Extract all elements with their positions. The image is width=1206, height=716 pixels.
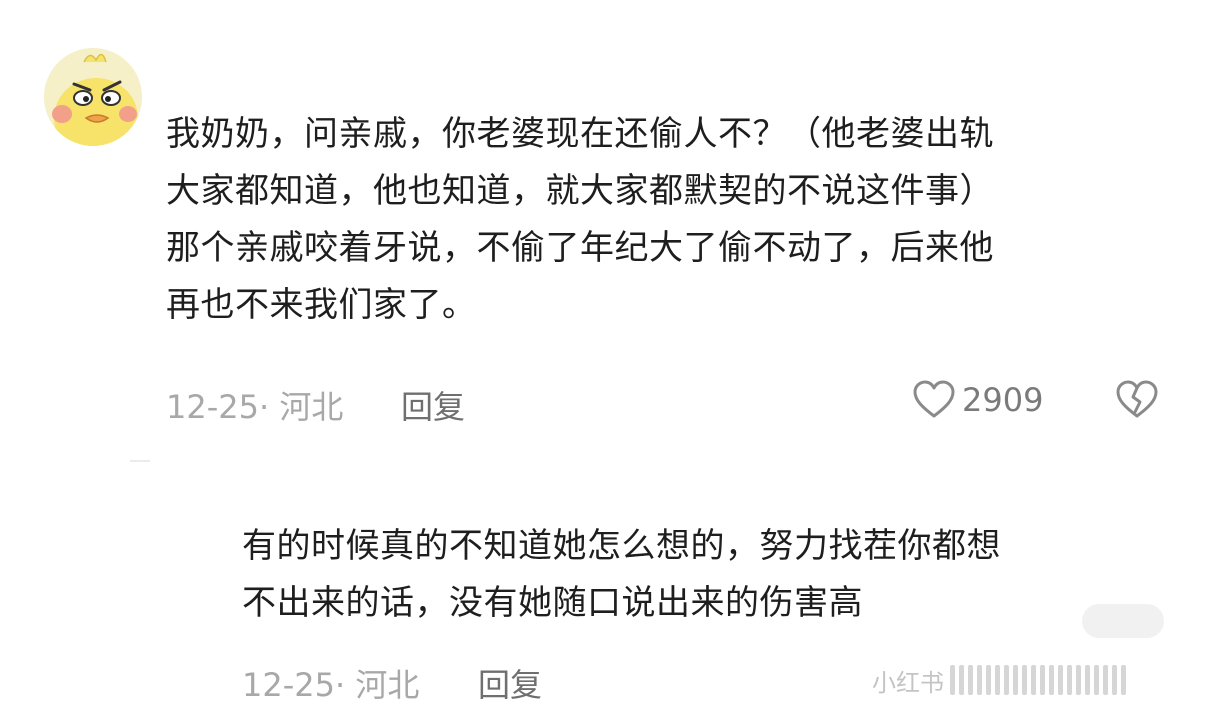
comment-line: 我奶奶，问亲戚，你老婆现在还偷人不？（他老婆出轨 — [166, 114, 994, 154]
dislike-button[interactable] — [1115, 380, 1159, 420]
like-button[interactable]: 2909 — [912, 380, 1043, 420]
reply-line: 有的时候真的不知道她怎么想的，努力找茬你都想 — [242, 526, 1001, 566]
comment-line: 再也不来我们家了。 — [166, 285, 477, 325]
watermark-brand-text: 小红书 — [872, 668, 944, 697]
duck-avatar-icon — [44, 48, 142, 146]
broken-heart-icon — [1116, 380, 1158, 418]
divider — [130, 460, 150, 462]
reply-reply-button[interactable]: 回复 — [478, 660, 542, 706]
reply-text: 有的时候真的不知道她怎么想的，努力找茬你都想 不出来的话，没有她随口说出来的伤害… — [242, 518, 1001, 632]
watermark-pill — [1082, 604, 1164, 638]
avatar[interactable] — [44, 48, 142, 146]
heart-outline-icon — [913, 380, 955, 418]
reply-button[interactable]: 回复 — [401, 382, 465, 428]
comment-text: 我奶奶，问亲戚，你老婆现在还偷人不？（他老婆出轨 大家都知道，他也知道，就大家都… — [166, 106, 994, 334]
watermark-brand: 小红书 — [872, 652, 1202, 708]
reply-line: 不出来的话，没有她随口说出来的伤害高 — [242, 583, 863, 623]
reply-meta: 12-25· 河北 — [242, 666, 420, 704]
comment-line: 大家都知道，他也知道，就大家都默契的不说这件事） — [166, 171, 994, 211]
comment-line: 那个亲戚咬着牙说，不偷了年纪大了偷不动了，后来他 — [166, 228, 994, 268]
watermark-barcode-icon — [950, 665, 1130, 695]
like-count: 2909 — [962, 381, 1044, 419]
comment-meta: 12-25· 河北 — [166, 388, 344, 426]
